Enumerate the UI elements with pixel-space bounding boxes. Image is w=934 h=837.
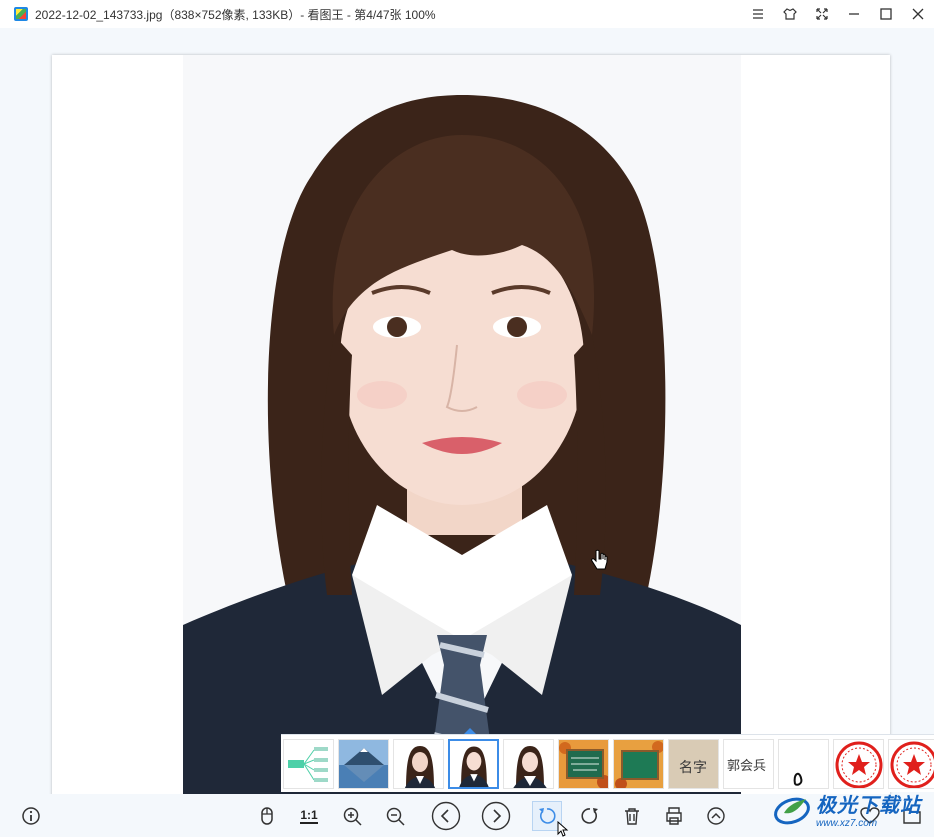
- displayed-photo[interactable]: [52, 55, 890, 807]
- minimize-icon: [849, 13, 859, 15]
- prev-icon: [431, 801, 461, 831]
- portrait-photo: [52, 55, 890, 807]
- thumbnail-portrait-1[interactable]: [393, 738, 444, 789]
- thumbnail-chalkboard-2[interactable]: [613, 738, 664, 789]
- thumbnail-portrait-current[interactable]: [448, 738, 499, 789]
- mouse-mode-button[interactable]: [252, 801, 282, 831]
- image-canvas[interactable]: [0, 28, 934, 807]
- previous-button[interactable]: [431, 801, 461, 831]
- window-title: 2022-12-02_143733.jpg（838×752像素, 133KB）-…: [35, 7, 436, 22]
- delete-button[interactable]: [617, 801, 647, 831]
- thumbnail-mountain-lake[interactable]: [338, 738, 389, 789]
- site-watermark: 极光下载站 www.xz7.com: [772, 780, 934, 837]
- zoom-out-icon: [386, 807, 405, 826]
- thumbnail-portrait-2[interactable]: [503, 738, 554, 789]
- skin-icon: [783, 8, 797, 20]
- print-icon: [666, 807, 682, 825]
- hand-cursor-icon: [591, 549, 608, 570]
- zoom-out-button[interactable]: [380, 801, 410, 831]
- thumb-handwriting-text-1: 名字: [679, 760, 707, 776]
- maximize-icon: [880, 8, 892, 20]
- thumbnail-chalkboard-1[interactable]: [558, 738, 609, 789]
- skin-button[interactable]: [774, 0, 806, 28]
- mouse-icon: [261, 807, 273, 825]
- fullscreen-button[interactable]: [806, 0, 838, 28]
- rotate-right-button[interactable]: [575, 801, 605, 831]
- watermark-sub: www.xz7.com: [816, 817, 878, 829]
- title-bar: 2022-12-02_143733.jpg（838×752像素, 133KB）-…: [0, 0, 934, 28]
- zoom-in-button[interactable]: [337, 801, 367, 831]
- next-button[interactable]: [481, 801, 511, 831]
- rotate-left-icon: [539, 808, 556, 824]
- thumbnail-handwriting-2[interactable]: 郭会兵: [723, 738, 774, 789]
- actual-size-label: 1:1: [300, 808, 318, 824]
- info-button[interactable]: [16, 801, 46, 831]
- watermark-logo-icon: [774, 797, 810, 824]
- actual-size-button[interactable]: 1:1: [294, 801, 324, 831]
- window-controls: [742, 0, 934, 28]
- expand-strip-button[interactable]: [701, 801, 731, 831]
- menu-icon: [753, 9, 763, 19]
- minimize-button[interactable]: [838, 0, 870, 28]
- info-icon: [22, 807, 40, 825]
- arrow-cursor-icon: [557, 821, 569, 837]
- expand-icon: [707, 807, 725, 825]
- thumbnail-handwriting-1[interactable]: 名字: [668, 738, 719, 789]
- watermark-text: 极光下载站 www.xz7.com: [816, 789, 921, 829]
- thumb-handwriting-text-2: 郭会兵: [727, 758, 766, 774]
- fullscreen-icon: [816, 8, 828, 20]
- maximize-button[interactable]: [870, 0, 902, 28]
- watermark-main: 极光下载站: [816, 794, 921, 817]
- rotate-right-icon: [581, 808, 598, 824]
- thumbnail-mindmap[interactable]: [283, 738, 334, 789]
- close-icon: [912, 8, 924, 20]
- zoom-in-icon: [343, 807, 362, 826]
- delete-icon: [625, 808, 639, 825]
- next-icon: [481, 801, 511, 831]
- close-button[interactable]: [902, 0, 934, 28]
- menu-button[interactable]: [742, 0, 774, 28]
- print-button[interactable]: [659, 801, 689, 831]
- app-logo-icon: [14, 7, 28, 21]
